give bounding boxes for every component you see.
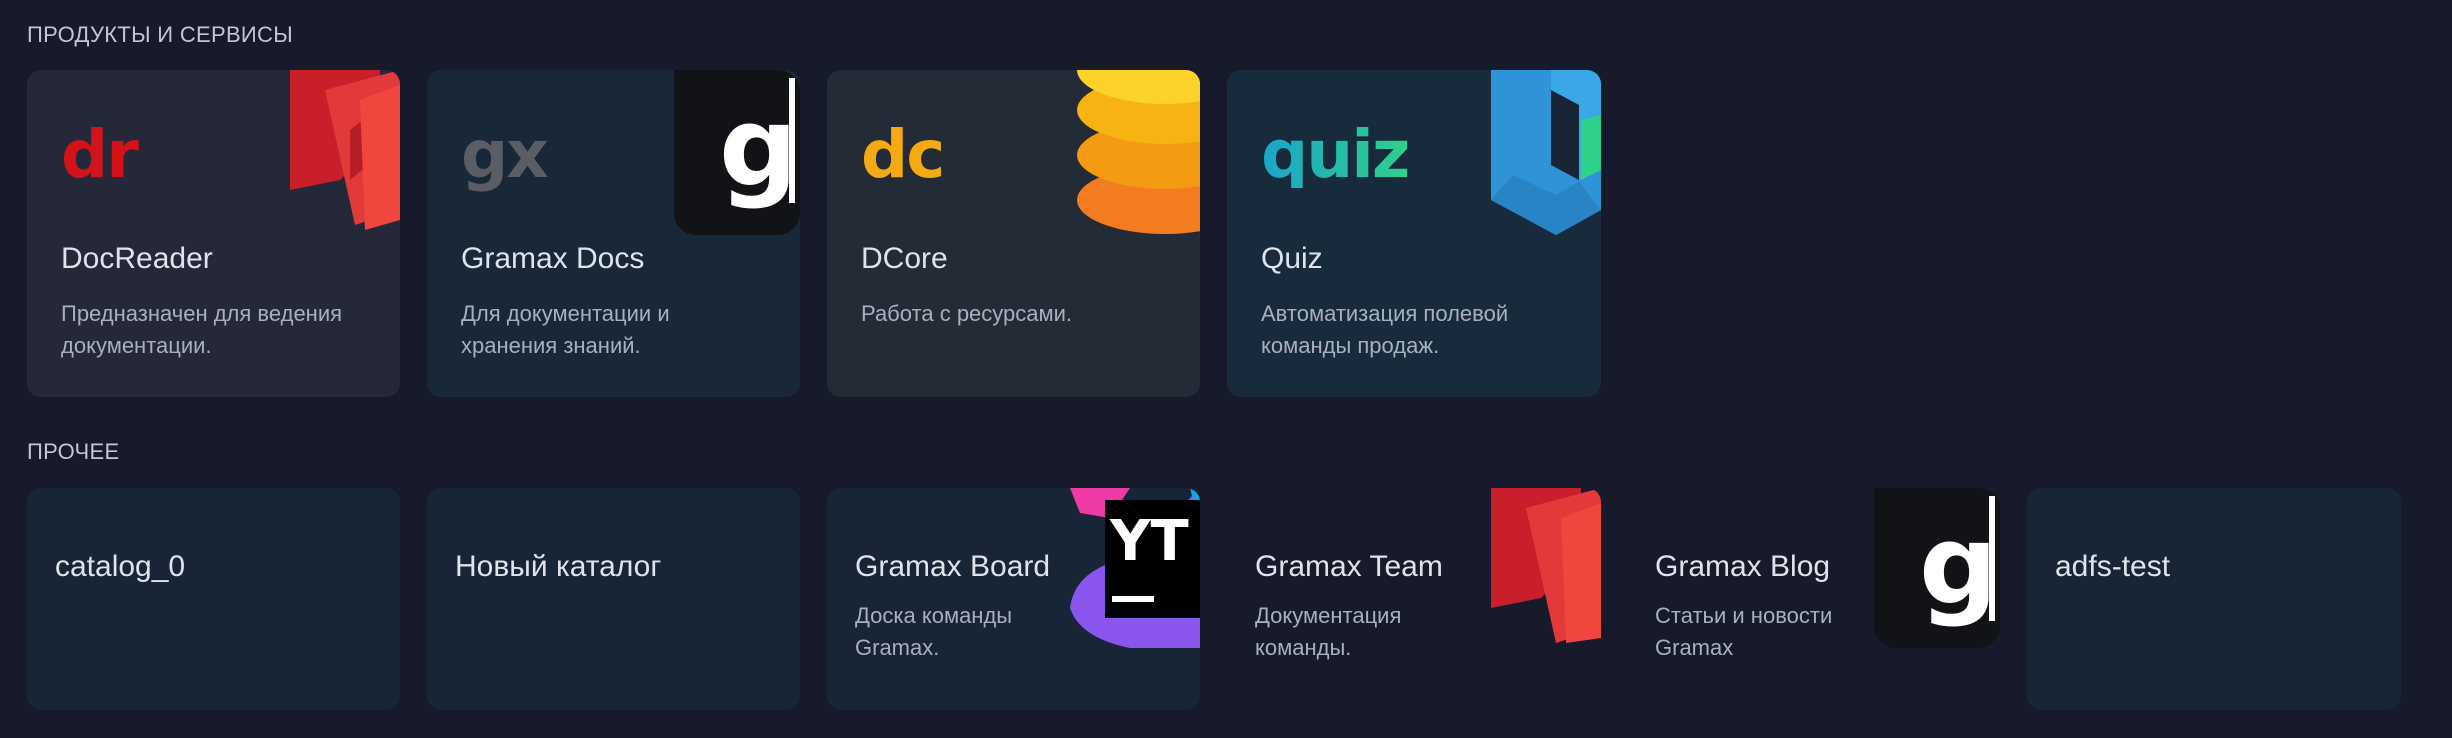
catalog-card-catalog-0[interactable]: catalog_0 xyxy=(27,488,400,710)
svg-text:YT: YT xyxy=(1109,509,1189,574)
section-title-products: ПРОДУКТЫ И СЕРВИСЫ xyxy=(27,22,294,47)
gramax-logo-icon: g xyxy=(674,70,800,240)
card-logo-text: dr xyxy=(61,116,139,193)
section-title-other: ПРОЧЕЕ xyxy=(27,439,120,464)
catalog-card-new-catalog[interactable]: Новый каталог xyxy=(427,488,800,710)
gramax-logo-icon: g xyxy=(1874,488,2000,653)
card-title: catalog_0 xyxy=(55,550,186,583)
card-description: Документация команды. xyxy=(1255,603,1402,660)
catalog-card-gramax-team[interactable]: Gramax Team Документация команды. xyxy=(1227,488,1601,710)
catalog-card-adfs-test[interactable]: adfs-test xyxy=(2027,488,2401,710)
catalog-card-gramax-blog[interactable]: g Gramax Blog Статьи и новости Gramax xyxy=(1627,488,2000,710)
card-title: Gramax Docs xyxy=(461,242,645,275)
card-title: Новый каталог xyxy=(455,550,662,583)
catalog-card-gramax-board[interactable]: YT Gramax Board Доска команды Gramax. xyxy=(827,488,1200,710)
card-logo-text: dc xyxy=(861,116,945,193)
card-description: Предназначен для ведения документации. xyxy=(61,301,343,358)
card-description: Работа с ресурсами. xyxy=(861,301,1073,326)
card-title: adfs-test xyxy=(2055,550,2171,583)
card-logo-text: quiz xyxy=(1261,116,1410,193)
card-title: DocReader xyxy=(61,242,213,275)
quiz-logo-icon xyxy=(1471,70,1601,240)
catalog-card-quiz[interactable]: quiz Quiz Автоматизация полевой команды … xyxy=(1227,70,1601,397)
svg-text:g: g xyxy=(719,83,798,211)
card-title: Gramax Team xyxy=(1255,550,1443,583)
card-logo-text: gx xyxy=(461,116,549,193)
card-description: Доска команды Gramax. xyxy=(855,603,1013,660)
card-title: DCore xyxy=(861,242,948,275)
catalog-card-gramax-docs[interactable]: g gx Gramax Docs Для документации и хран… xyxy=(427,70,800,397)
card-title: Quiz xyxy=(1261,242,1323,275)
catalog-card-dcore[interactable]: dc DCore Работа с ресурсами. xyxy=(827,70,1200,397)
card-description: Автоматизация полевой команды продаж. xyxy=(1261,301,1509,358)
card-title: Gramax Blog xyxy=(1655,550,1831,583)
docreader-logo-icon xyxy=(1481,488,1601,648)
dcore-logo-icon xyxy=(1075,70,1200,240)
card-description: Статьи и новости Gramax xyxy=(1655,603,1833,660)
docreader-logo-icon xyxy=(280,70,400,235)
card-title: Gramax Board xyxy=(855,550,1051,583)
svg-text:g: g xyxy=(1919,501,1998,629)
catalog-card-docreader[interactable]: dr DocReader Предназначен для ведения до… xyxy=(27,70,400,397)
youtrack-logo-icon: YT xyxy=(1070,488,1200,653)
card-description: Для документации и хранения знаний. xyxy=(461,301,670,358)
